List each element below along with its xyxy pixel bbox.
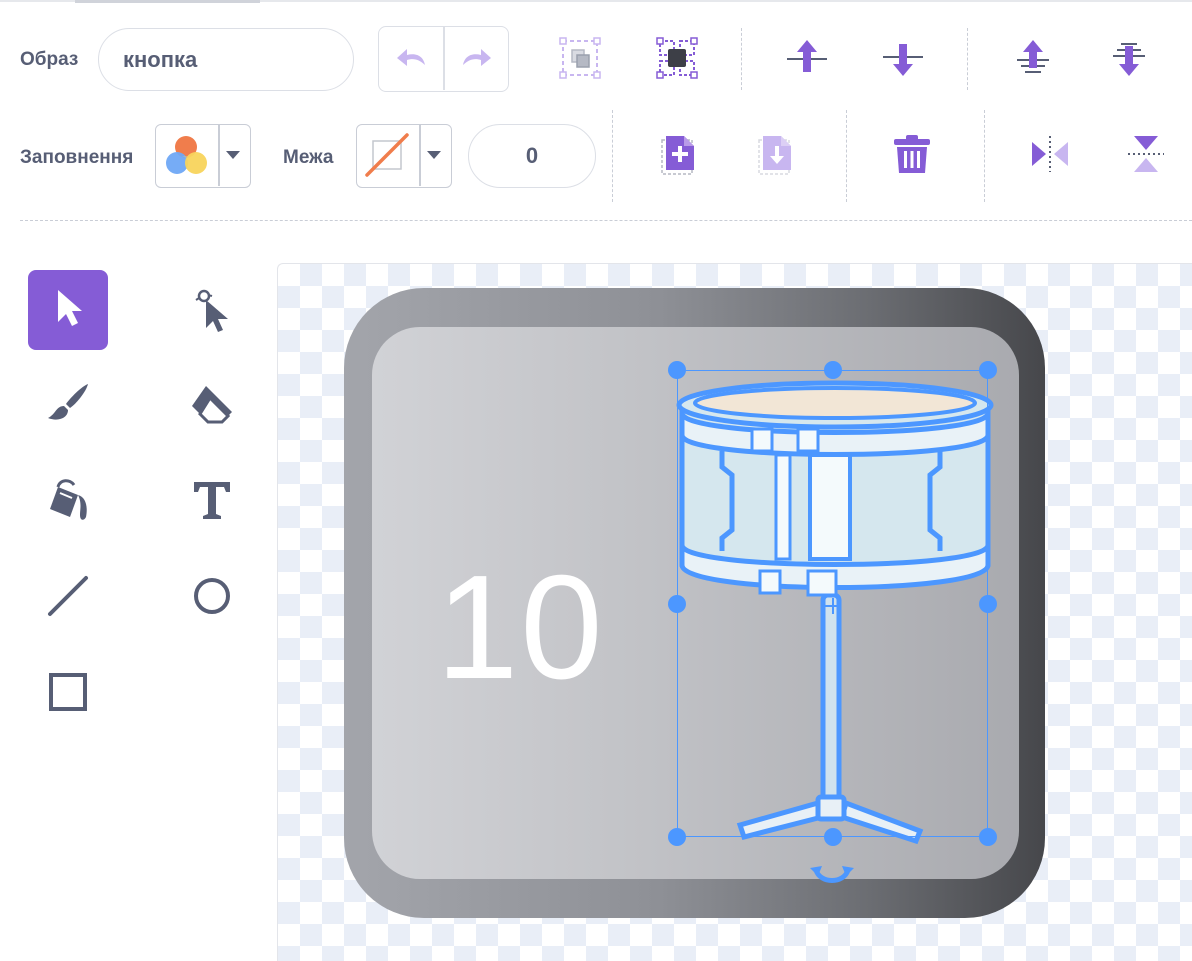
paint-bucket-icon [44, 475, 92, 530]
toolbar-separator [741, 28, 742, 90]
no-color-icon [365, 133, 409, 177]
redo-button[interactable] [444, 28, 507, 91]
selection-handle[interactable] [824, 361, 842, 379]
selection-handle[interactable] [668, 828, 686, 846]
forward-icon [785, 38, 829, 83]
delete-icon [892, 133, 932, 180]
eraser-icon [188, 380, 236, 433]
selection-handle[interactable] [979, 361, 997, 379]
rotate-icon [810, 866, 854, 883]
front-icon [1011, 38, 1055, 83]
fill-tool[interactable] [28, 462, 108, 542]
toolbar-separator [984, 110, 985, 202]
outline-swatch [357, 125, 419, 186]
backward-button[interactable] [878, 36, 928, 84]
fill-swatch [156, 125, 218, 186]
outline-color-picker[interactable] [356, 124, 452, 188]
flip-horizontal-icon [1028, 134, 1072, 179]
active-tab-indicator [75, 0, 260, 3]
costume-number-text[interactable]: 10 [436, 548, 605, 708]
rotate-handle[interactable] [810, 862, 854, 888]
line-icon [44, 572, 92, 625]
brush-tool[interactable] [28, 366, 108, 446]
copy-icon [658, 132, 698, 181]
reshape-tool[interactable] [172, 270, 252, 350]
fill-label: Заповнення [20, 147, 134, 168]
forward-button[interactable] [782, 36, 832, 84]
line-tool[interactable] [28, 558, 108, 638]
brush-icon [44, 380, 92, 433]
circle-tool[interactable] [172, 558, 252, 638]
ungroup-icon [656, 36, 698, 84]
flip-vertical-button[interactable] [1121, 132, 1171, 180]
text-icon [190, 478, 234, 527]
chevron-down-icon [427, 151, 441, 159]
selection-handle[interactable] [979, 828, 997, 846]
delete-button[interactable] [888, 132, 936, 180]
flip-horizontal-button[interactable] [1025, 132, 1075, 180]
toolbar-separator [846, 110, 847, 202]
undo-button[interactable] [380, 28, 443, 91]
group-button[interactable] [556, 36, 604, 84]
backward-icon [881, 38, 925, 83]
fill-color-picker[interactable] [155, 124, 251, 188]
arrow-cursor-icon [48, 286, 88, 335]
costume-label: Образ [20, 49, 79, 70]
rectangle-tool[interactable] [28, 654, 108, 734]
copy-button[interactable] [654, 132, 702, 180]
redo-icon [459, 45, 493, 74]
outline-width-input[interactable]: 0 [468, 124, 596, 188]
rectangle-icon [46, 670, 90, 719]
select-tool[interactable] [28, 270, 108, 350]
center-marker [825, 598, 841, 614]
chevron-down-icon [226, 151, 240, 159]
fill-divider [218, 125, 220, 186]
back-icon [1107, 38, 1151, 83]
back-button[interactable] [1104, 36, 1154, 84]
selection-handle[interactable] [979, 595, 997, 613]
selection-handle[interactable] [824, 828, 842, 846]
outline-divider [419, 125, 421, 186]
toolbar-separator [967, 28, 968, 90]
toolbar-bottom-separator [20, 220, 1192, 221]
eraser-tool[interactable] [172, 366, 252, 446]
outline-label: Межа [283, 147, 334, 168]
toolbar-separator [612, 110, 613, 202]
text-tool[interactable] [172, 462, 252, 542]
flip-vertical-icon [1126, 132, 1166, 181]
front-button[interactable] [1008, 36, 1058, 84]
paste-button[interactable] [751, 132, 799, 180]
undo-icon [395, 45, 429, 74]
color-circles-icon [166, 136, 207, 174]
costume-name-input[interactable]: кнопка [98, 28, 354, 91]
paste-icon [755, 132, 795, 181]
circle-icon [190, 574, 234, 623]
ungroup-button[interactable] [653, 36, 701, 84]
group-icon [559, 36, 601, 84]
selection-handle[interactable] [668, 595, 686, 613]
reshape-icon [188, 282, 236, 339]
selection-handle[interactable] [668, 361, 686, 379]
